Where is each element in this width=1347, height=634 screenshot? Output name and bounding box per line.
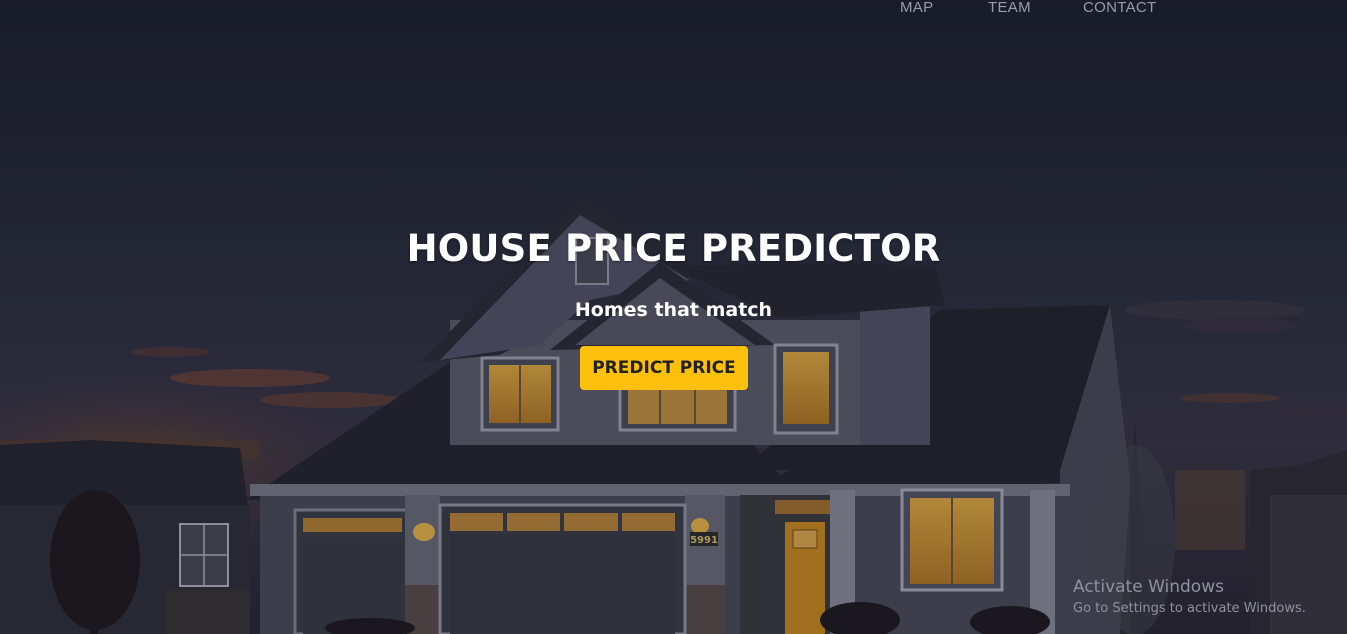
nav-link-team[interactable]: TEAM [988,0,1031,16]
top-nav: MAP TEAM CONTACT [0,0,1347,20]
hero-title: HOUSE PRICE PREDICTOR [406,227,941,270]
windows-activation-watermark: Activate Windows Go to Settings to activ… [1073,576,1306,618]
predict-price-button[interactable]: PREDICT PRICE [580,346,748,390]
nav-link-contact[interactable]: CONTACT [1083,0,1156,16]
nav-link-map[interactable]: MAP [900,0,933,16]
hero-subtitle: Homes that match [574,299,773,321]
watermark-title: Activate Windows [1073,577,1224,597]
watermark-subtitle: Go to Settings to activate Windows. [1073,601,1306,616]
hero-section: 5991 MAP TEAM CONTACT HOUSE PRICE PREDIC… [0,0,1347,634]
